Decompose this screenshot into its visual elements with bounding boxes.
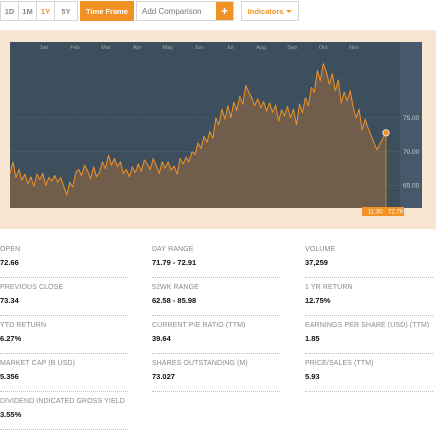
month-label: Aug (256, 45, 266, 51)
stat-value: 71.79 - 72.91 (152, 258, 197, 267)
stat-item: 1 Yr Return 12.75% (305, 284, 433, 316)
month-label: Mar (101, 45, 111, 51)
stat-label: Open (0, 246, 21, 253)
stat-item: YTD Return 6.27% (0, 322, 128, 354)
add-comparison-label[interactable]: Add Comparison (137, 7, 216, 16)
stat-value: 73.027 (152, 372, 175, 381)
stat-value: 5.356 (0, 372, 19, 381)
stat-label: Shares Outstanding (m) (152, 360, 248, 367)
add-comparison-plus-icon[interactable]: + (216, 2, 233, 20)
stat-item: Dividend Indicated Gross Yield 3.55% (0, 398, 128, 430)
stat-label: 52wk Range (152, 284, 199, 291)
stat-value: 1.85 (305, 334, 320, 343)
stat-value: 5.93 (305, 372, 320, 381)
current-price-marker (382, 129, 390, 137)
range-1y-button[interactable]: 1Y (37, 2, 55, 20)
stat-label: Earnings per Share (USD) (TTM) (305, 322, 430, 329)
month-label: Jul (226, 45, 233, 51)
y-tick-label: 75.00 (403, 115, 420, 122)
month-label: Oct (319, 45, 328, 51)
stat-item: Volume 37,259 (305, 246, 433, 278)
range-1d-button[interactable]: 1D (1, 2, 19, 20)
price-chart[interactable]: 75.00 70.00 65.00 Jan Feb Mar Apr May Jun Jul Aug S… (0, 30, 436, 229)
stat-value: 12.75% (305, 296, 331, 305)
stat-item: Earnings per Share (USD) (TTM) 1.85 (305, 322, 433, 354)
month-label: Apr (133, 45, 142, 51)
indicators-dropdown[interactable]: Indicators (241, 1, 299, 21)
month-label: Jan (40, 45, 49, 51)
caret-down-icon (286, 10, 293, 13)
month-label: Jun (195, 45, 204, 51)
stat-item: Market Cap (b USD) 5.356 (0, 360, 128, 392)
indicators-label: Indicators (247, 6, 284, 16)
stat-label: Day Range (152, 246, 194, 253)
month-label: Sep (287, 45, 297, 51)
stat-label: Dividend Indicated Gross Yield (0, 398, 125, 405)
stat-label: Market Cap (b USD) (0, 360, 76, 367)
stat-value: 37,259 (305, 258, 328, 267)
y-tick-label: 70.00 (403, 149, 420, 156)
chart-toolbar: 1D 1M 1Y 5Y Time Frame Add Comparison + … (0, 0, 436, 22)
stat-item: Current P/E Ratio (TTM) 39.64 (152, 322, 280, 354)
range-5y-button[interactable]: 5Y (55, 2, 77, 20)
stat-label: Volume (305, 246, 336, 253)
stat-value: 3.55% (0, 410, 22, 419)
stat-label: Current P/E Ratio (TTM) (152, 322, 246, 329)
stat-value: 72.66 (0, 258, 19, 267)
price-chart-panel: 75.00 70.00 65.00 Jan Feb Mar Apr May Jun Jul Aug S… (0, 30, 436, 229)
y-tick-label: 65.00 (403, 183, 420, 190)
stat-item: Price/Sales (TTM) 5.93 (305, 360, 433, 392)
stat-value: 6.27% (0, 334, 22, 343)
stat-value: 39.64 (152, 334, 171, 343)
month-label: May (163, 45, 174, 51)
current-price-label: 72.79 (388, 210, 404, 216)
stat-item: Previous Close 73.34 (0, 284, 128, 316)
add-comparison-field[interactable]: Add Comparison + (136, 1, 234, 21)
stat-label: YTD Return (0, 322, 47, 329)
range-1m-button[interactable]: 1M (19, 2, 37, 20)
stat-item: Open 72.66 (0, 246, 128, 278)
stat-label: 1 Yr Return (305, 284, 353, 291)
stat-value: 62.58 - 85.98 (152, 296, 197, 305)
stat-item: Day Range 71.79 - 72.91 (152, 246, 280, 278)
stat-label: Previous Close (0, 284, 64, 291)
stat-value: 73.34 (0, 296, 19, 305)
stat-label: Price/Sales (TTM) (305, 360, 374, 367)
stat-item: 52wk Range 62.58 - 85.98 (152, 284, 280, 316)
month-label: Nov (349, 45, 359, 51)
time-frame-button[interactable]: Time Frame (80, 1, 134, 21)
month-label: Feb (70, 45, 79, 51)
stat-item: Shares Outstanding (m) 73.027 (152, 360, 280, 392)
current-time-label: 11:30 (368, 210, 383, 216)
range-selector: 1D 1M 1Y 5Y (0, 1, 78, 21)
